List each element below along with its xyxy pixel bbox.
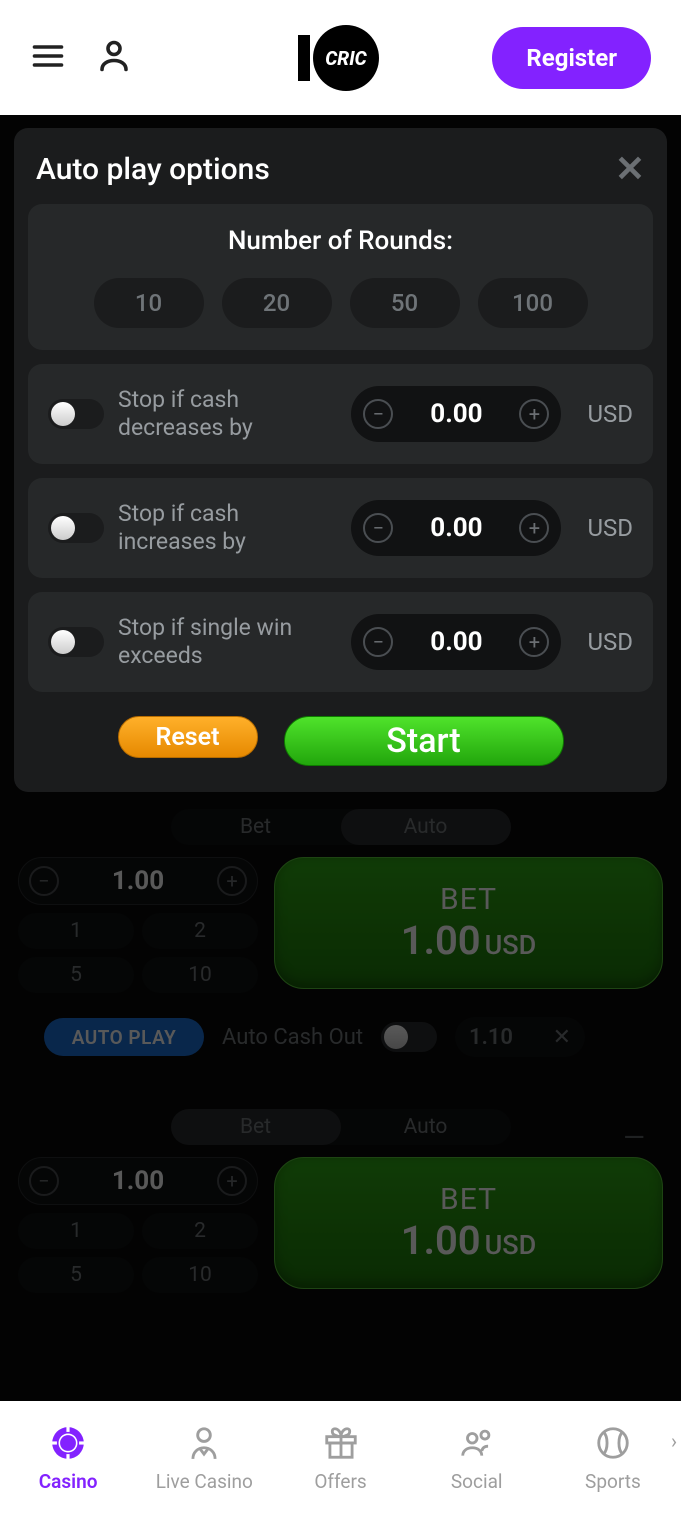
- hamburger-icon: [30, 38, 66, 74]
- logo-icon: CRIC: [296, 23, 386, 93]
- rounds-option-20[interactable]: 20: [222, 278, 332, 328]
- reset-button[interactable]: Reset: [118, 716, 258, 758]
- currency-label: USD: [587, 514, 633, 542]
- nav-sports[interactable]: Sports ›: [545, 1401, 681, 1515]
- nav-social[interactable]: Social: [409, 1401, 545, 1515]
- brand-logo[interactable]: CRIC: [296, 23, 386, 93]
- plus-button[interactable]: +: [519, 513, 549, 543]
- rounds-option-100[interactable]: 100: [478, 278, 588, 328]
- chevron-right-icon: ›: [671, 1429, 677, 1453]
- minus-button[interactable]: −: [363, 627, 393, 657]
- stop-decrease-amount: − 0.00 +: [351, 386, 561, 442]
- nav-label: Sports: [585, 1470, 641, 1493]
- plus-button[interactable]: +: [519, 627, 549, 657]
- auto-play-modal: Auto play options ✕ Number of Rounds: 10…: [14, 128, 667, 792]
- amount-value[interactable]: 0.00: [393, 627, 519, 657]
- minus-button[interactable]: −: [363, 399, 393, 429]
- svg-text:CRIC: CRIC: [325, 47, 367, 70]
- people-icon: [458, 1424, 496, 1462]
- stop-single-win-amount: − 0.00 +: [351, 614, 561, 670]
- stop-single-win-label: Stop if single win exceeds: [118, 614, 337, 669]
- stop-increase-toggle[interactable]: [48, 513, 104, 543]
- close-button[interactable]: ✕: [615, 148, 645, 190]
- menu-button[interactable]: [30, 38, 66, 78]
- amount-value[interactable]: 0.00: [393, 399, 519, 429]
- cricket-ball-icon: [594, 1424, 632, 1462]
- plus-button[interactable]: +: [519, 399, 549, 429]
- rounds-title: Number of Rounds:: [48, 226, 633, 256]
- register-button[interactable]: Register: [492, 27, 651, 89]
- gift-icon: [322, 1424, 360, 1462]
- dealer-icon: [185, 1424, 223, 1462]
- top-header: CRIC Register: [0, 0, 681, 115]
- stop-increase-section: Stop if cash increases by − 0.00 + USD: [28, 478, 653, 578]
- close-icon: ✕: [615, 148, 645, 190]
- nav-label: Social: [451, 1470, 503, 1493]
- stop-decrease-section: Stop if cash decreases by − 0.00 + USD: [28, 364, 653, 464]
- rounds-section: Number of Rounds: 10 20 50 100: [28, 204, 653, 350]
- stop-increase-amount: − 0.00 +: [351, 500, 561, 556]
- profile-button[interactable]: [96, 38, 132, 78]
- nav-casino[interactable]: Casino: [0, 1401, 136, 1515]
- rounds-option-10[interactable]: 10: [94, 278, 204, 328]
- stop-decrease-toggle[interactable]: [48, 399, 104, 429]
- start-button[interactable]: Start: [284, 716, 564, 766]
- minus-button[interactable]: −: [363, 513, 393, 543]
- amount-value[interactable]: 0.00: [393, 513, 519, 543]
- nav-label: Casino: [39, 1470, 98, 1493]
- stop-single-win-toggle[interactable]: [48, 627, 104, 657]
- stop-increase-label: Stop if cash increases by: [118, 500, 337, 555]
- nav-label: Live Casino: [156, 1470, 253, 1493]
- bottom-navigation: Casino Live Casino Offers Social Sports …: [0, 1401, 681, 1515]
- currency-label: USD: [587, 628, 633, 656]
- user-icon: [96, 38, 132, 74]
- stop-decrease-label: Stop if cash decreases by: [118, 386, 337, 441]
- nav-label: Offers: [314, 1470, 366, 1493]
- casino-chip-icon: [49, 1424, 87, 1462]
- nav-live-casino[interactable]: Live Casino: [136, 1401, 272, 1515]
- rounds-option-50[interactable]: 50: [350, 278, 460, 328]
- stop-single-win-section: Stop if single win exceeds − 0.00 + USD: [28, 592, 653, 692]
- nav-offers[interactable]: Offers: [272, 1401, 408, 1515]
- modal-title: Auto play options: [36, 152, 270, 187]
- currency-label: USD: [587, 400, 633, 428]
